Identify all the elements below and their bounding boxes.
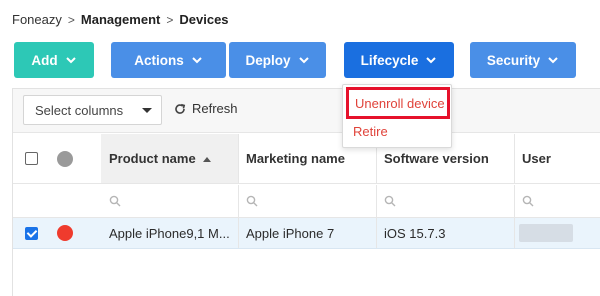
actions-button[interactable]: Actions (111, 42, 226, 78)
column-divider (514, 218, 515, 248)
marketing-name-value: Apple iPhone 7 (246, 225, 335, 241)
breadcrumb: Foneazy > Management > Devices (12, 12, 229, 27)
row-status-cell (57, 218, 73, 248)
lifecycle-button-label: Lifecycle (360, 52, 419, 68)
select-columns-dropdown[interactable]: Select columns (23, 95, 162, 125)
product-name-value: Apple iPhone9,1 M... (109, 225, 230, 241)
chevron-down-icon (65, 57, 76, 64)
column-divider (514, 185, 515, 217)
sort-ascending-icon (202, 156, 211, 162)
column-header-label: Software version (384, 151, 489, 166)
security-button[interactable]: Security (470, 42, 576, 78)
column-divider (376, 218, 377, 248)
chevron-down-icon (426, 57, 437, 64)
breadcrumb-separator: > (67, 12, 75, 27)
column-header-label: Product name (109, 151, 196, 166)
status-header-icon (57, 150, 73, 167)
devices-grid: Select columns Refresh Product name Mark… (12, 88, 600, 296)
column-divider (514, 134, 515, 183)
row-checkbox-cell (25, 218, 38, 248)
filter-software-version[interactable] (384, 185, 396, 217)
user-value-redacted (519, 224, 573, 242)
column-header-label: Marketing name (246, 151, 345, 166)
column-header-user[interactable]: User (522, 134, 551, 183)
menu-item-retire[interactable]: Retire (353, 124, 388, 139)
column-header-marketing-name[interactable]: Marketing name (246, 134, 345, 183)
filter-product-name[interactable] (101, 185, 238, 217)
status-header-cell (57, 134, 73, 183)
column-divider (238, 134, 239, 183)
filter-marketing-name[interactable] (246, 185, 258, 217)
select-all-checkbox-cell (25, 134, 38, 183)
status-indicator (57, 225, 73, 241)
column-divider (238, 185, 239, 217)
cell-software-version: iOS 15.7.3 (384, 218, 445, 248)
table-row[interactable]: Apple iPhone9,1 M... Apple iPhone 7 iOS … (13, 218, 600, 249)
search-icon (109, 195, 121, 207)
cell-user (519, 218, 573, 248)
refresh-label: Refresh (192, 101, 238, 116)
column-header-label: User (522, 151, 551, 166)
search-icon (246, 195, 258, 207)
column-header-product-name[interactable]: Product name (101, 134, 238, 183)
toolbar: Add Actions Deploy Lifecycle Security (14, 42, 600, 78)
breadcrumb-separator: > (166, 12, 174, 27)
add-button-label: Add (31, 52, 58, 68)
software-version-value: iOS 15.7.3 (384, 225, 446, 241)
breadcrumb-management[interactable]: Management (81, 12, 160, 27)
chevron-down-icon (192, 57, 202, 64)
grid-filter-row (13, 185, 600, 218)
select-columns-placeholder: Select columns (35, 102, 124, 118)
grid-header-row: Product name Marketing name Software ver… (13, 134, 600, 184)
column-divider (238, 218, 239, 248)
search-icon (522, 195, 534, 207)
add-button[interactable]: Add (14, 42, 94, 78)
refresh-icon (175, 103, 186, 114)
refresh-button[interactable]: Refresh (174, 101, 238, 116)
menu-item-unenroll-device[interactable]: Unenroll device (346, 87, 450, 119)
lifecycle-button[interactable]: Lifecycle (344, 42, 454, 78)
cell-marketing-name: Apple iPhone 7 (246, 218, 334, 248)
row-checkbox[interactable] (25, 226, 38, 240)
column-divider (376, 185, 377, 217)
lifecycle-dropdown-menu: Unenroll device Retire (342, 84, 452, 148)
grid-toolbar: Select columns Refresh (13, 89, 600, 133)
deploy-button-label: Deploy (245, 52, 291, 68)
chevron-down-icon (548, 57, 558, 64)
filter-user[interactable] (522, 185, 534, 217)
caret-down-icon (142, 108, 152, 113)
breadcrumb-devices: Devices (179, 12, 229, 27)
actions-button-label: Actions (134, 52, 184, 68)
deploy-button[interactable]: Deploy (229, 42, 326, 78)
select-all-checkbox[interactable] (25, 152, 38, 165)
security-button-label: Security (486, 52, 541, 68)
chevron-down-icon (298, 57, 309, 64)
search-icon (384, 195, 396, 207)
cell-product-name: Apple iPhone9,1 M... (109, 218, 230, 248)
breadcrumb-root[interactable]: Foneazy (12, 12, 62, 27)
